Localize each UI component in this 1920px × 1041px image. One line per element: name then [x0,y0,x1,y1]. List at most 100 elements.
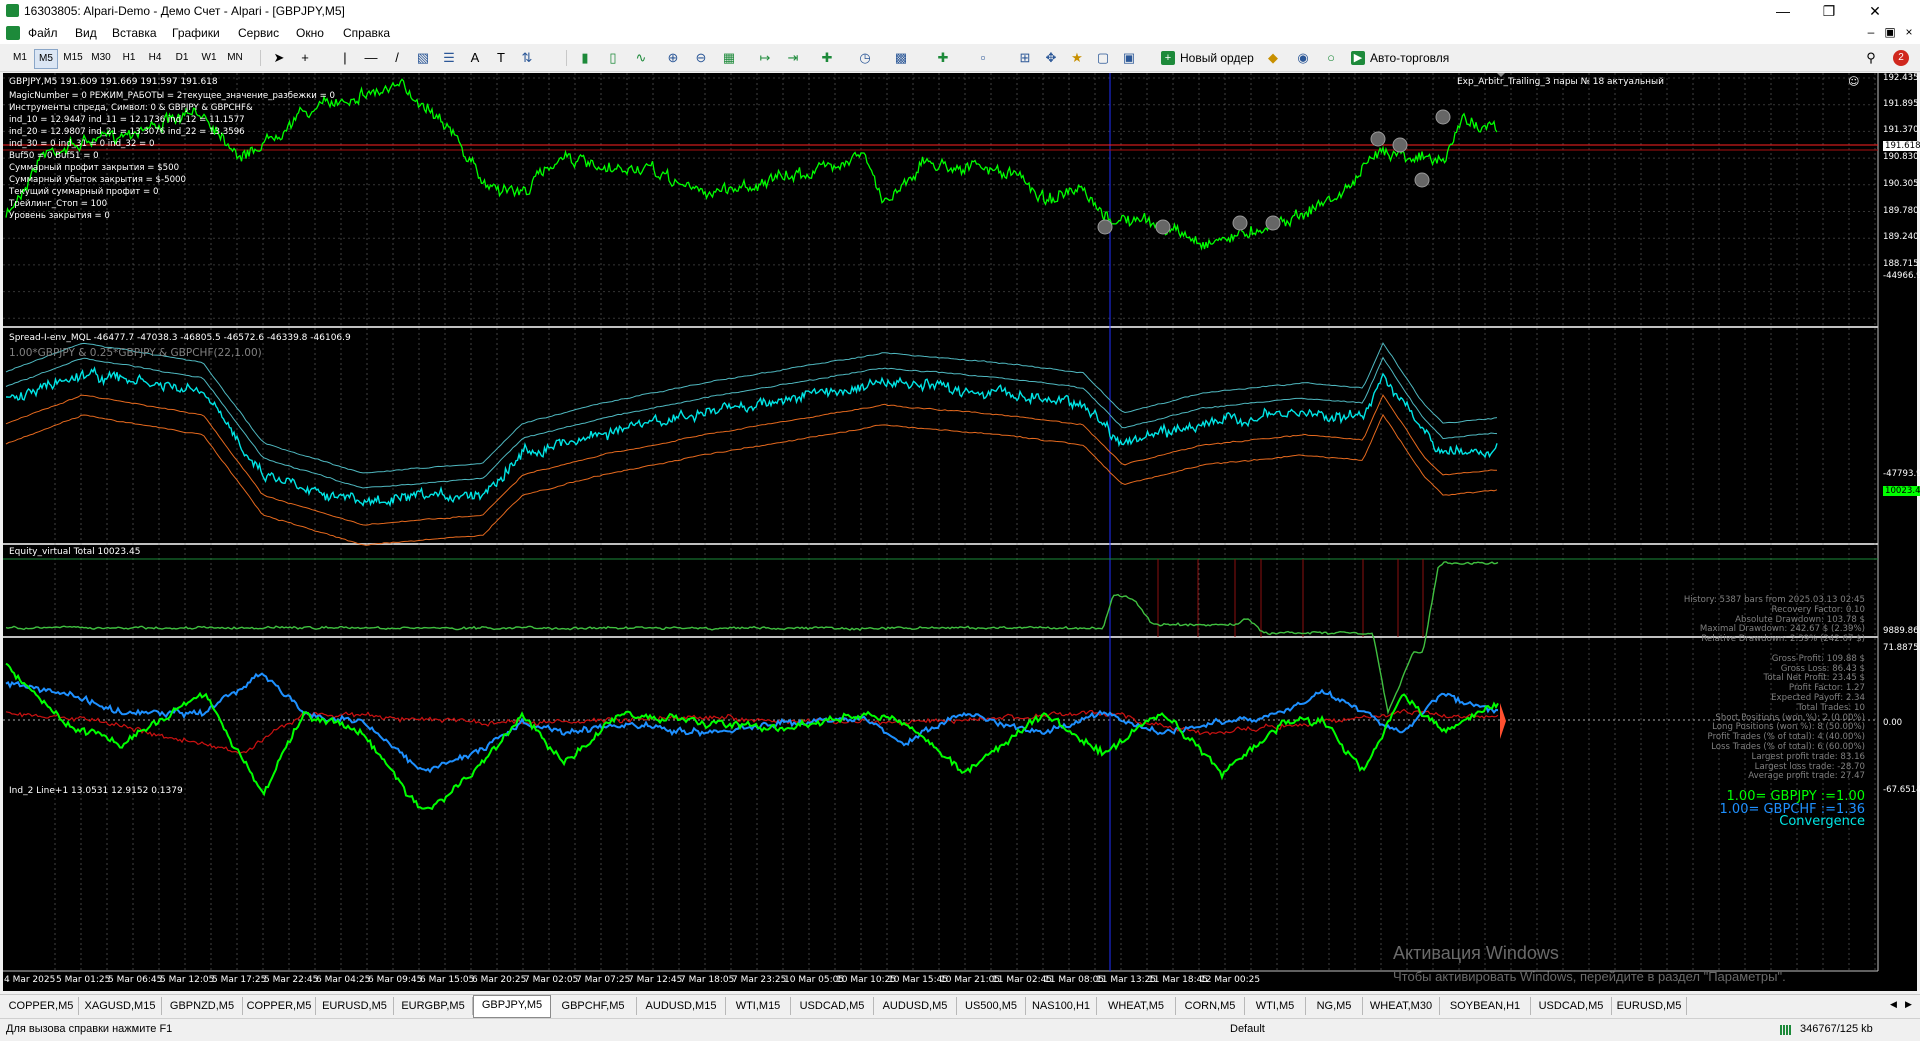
fibonacci-icon[interactable]: ☰ [440,49,458,67]
chart-tab[interactable]: USDCAD,M5 [791,997,874,1015]
child-minimize-button[interactable]: – [1862,25,1880,39]
market-icon[interactable]: ○ [1322,49,1340,67]
menu-file[interactable]: Файл [28,26,58,40]
expert-info-line: ind_30 = 0 ind_31 = 0 ind_32 = 0 [9,139,155,149]
chart-tab[interactable]: WHEAT,M5 [1097,997,1176,1015]
tile-windows-icon[interactable]: ▦ [720,49,738,67]
chart-shift-icon[interactable]: ↦ [756,49,774,67]
text-label-icon[interactable]: T [492,49,510,67]
timeframe-h4[interactable]: H4 [144,49,166,67]
equity-panel-header: Equity_virtual Total 10023.45 [9,547,141,557]
timeframe-d1[interactable]: D1 [171,49,193,67]
menu-charts[interactable]: Графики [172,26,220,40]
child-close-button[interactable]: × [1900,25,1918,39]
chart-tab[interactable]: GBPCHF,M5 [550,997,637,1015]
indicators-icon[interactable]: ✚ [818,49,836,67]
chart-tab[interactable]: WHEAT,M30 [1363,997,1440,1015]
new-chart-icon[interactable]: ✚ [934,49,952,67]
timeframe-m5[interactable]: M5 [34,49,58,69]
search-icon[interactable]: ⚲ [1862,49,1880,67]
timeframe-h1[interactable]: H1 [118,49,140,67]
trade-marker-icon [1155,219,1171,235]
signals-icon[interactable]: ◉ [1294,49,1312,67]
menu-help[interactable]: Справка [343,26,390,40]
autotrading-button[interactable]: ▶ Авто-торговля [1348,48,1453,68]
tab-scroll-right-icon[interactable]: ▶ [1905,999,1912,1010]
timeframe-w1[interactable]: W1 [198,49,220,67]
line-chart-icon[interactable]: ∿ [632,49,650,67]
expert-info-line: Текущий суммарный профит = 0 [9,187,159,197]
tab-scroll-left-icon[interactable]: ◀ [1890,999,1897,1010]
chart-tab[interactable]: SOYBEAN,H1 [1440,997,1531,1015]
toolbar-separator [566,50,567,66]
time-tick: 7 Mar 07:25 [576,975,631,985]
chart-tab[interactable]: NG,M5 [1306,997,1363,1015]
child-restore-button[interactable]: ▣ [1881,25,1899,39]
periods-clock-icon[interactable]: ◷ [856,49,874,67]
crosshair-icon[interactable]: + [296,49,314,67]
chart-tab[interactable]: WTI,M15 [726,997,791,1015]
menu-window[interactable]: Окно [296,26,324,40]
chart-tab[interactable]: AUDUSD,M15 [637,997,726,1015]
notification-badge[interactable]: 2 [1893,50,1909,66]
candlestick-icon[interactable]: ▯ [604,49,622,67]
chart-tab[interactable]: GBPNZD,M5 [162,997,243,1015]
expert-info-line: Уровень закрытия = 0 [9,211,110,221]
status-bar: Для вызова справки нажмите F1 Default 34… [0,1018,1920,1041]
chart-tab[interactable]: EURGBP,M5 [394,997,473,1015]
zoom-in-icon[interactable]: ⊕ [664,49,682,67]
maximize-button[interactable]: ❐ [1806,0,1852,22]
timeframe-m1[interactable]: M1 [8,49,32,67]
profiles-icon[interactable]: ▫ [974,49,992,67]
new-order-button[interactable]: + Новый ордер [1158,48,1258,68]
trendline-icon[interactable]: / [388,49,406,67]
chart-tab[interactable]: COPPER,M5 [243,997,316,1015]
bar-chart-icon[interactable]: ▮ [576,49,594,67]
trade-marker-icon [1370,131,1386,147]
chart-tab[interactable]: EURUSD,M5 [316,997,394,1015]
text-icon[interactable]: A [466,49,484,67]
data-window-icon[interactable]: ★ [1068,49,1086,67]
close-button[interactable]: ✕ [1852,0,1898,22]
chart-tab[interactable]: USDCAD,M5 [1531,997,1612,1015]
channel-icon[interactable]: ▧ [414,49,432,67]
chart-tab[interactable]: XAGUSD,M15 [79,997,162,1015]
metaeditor-icon[interactable]: ◆ [1264,49,1282,67]
minimize-button[interactable]: — [1760,0,1806,22]
chart-tab[interactable]: CORN,M5 [1176,997,1245,1015]
templates-icon[interactable]: ▩ [892,49,910,67]
horizontal-line-icon[interactable]: — [362,49,380,67]
chart-tab[interactable]: WTI,M5 [1245,997,1306,1015]
strategy-tester-icon[interactable]: ▣ [1120,49,1138,67]
market-watch-icon[interactable]: ⊞ [1016,49,1034,67]
vertical-line-icon[interactable]: | [336,49,354,67]
time-tick: 6 Mar 04:25 [316,975,371,985]
activation-watermark-subtitle: Чтобы активировать Windows, перейдите в … [1393,969,1786,984]
equity-stat-line: Average profit trade: 27.47 [1748,771,1865,782]
timeframe-m15[interactable]: M15 [60,49,86,67]
chart-tab[interactable]: US500,M5 [957,997,1026,1015]
terminal-icon[interactable]: ▢ [1094,49,1112,67]
time-tick: 5 Mar 06:45 [108,975,163,985]
menu-tools[interactable]: Сервис [238,26,279,40]
menu-insert[interactable]: Вставка [112,26,157,40]
autoscroll-icon[interactable]: ⇥ [784,49,802,67]
cursor-icon[interactable]: ➤ [270,49,288,67]
chart-tab[interactable]: COPPER,M5 [4,997,79,1015]
ind-panel-header: Ind_2 Line+1 13.0531 12.9152 0.1379 [9,786,183,796]
chart-tab[interactable]: AUDUSD,M5 [874,997,957,1015]
chart-tab[interactable]: NAS100,H1 [1026,997,1097,1015]
menu-view[interactable]: Вид [75,26,97,40]
navigator-icon[interactable]: ✥ [1042,49,1060,67]
envelope-upper-line [5,356,1498,489]
chart-tab[interactable]: EURUSD,M5 [1612,997,1687,1015]
arrows-icon[interactable]: ⇅ [518,49,536,67]
timeframe-m30[interactable]: M30 [88,49,114,67]
timeframe-mn[interactable]: MN [224,49,246,67]
price-tick: 192.435 [1883,73,1919,83]
zoom-out-icon[interactable]: ⊖ [692,49,710,67]
chart-window[interactable]: GBPJPY,M5 191.609 191.669 191.597 191.61… [3,73,1920,991]
chart-tab[interactable]: GBPJPY,M5 [473,995,551,1018]
chart-window-icon [6,26,20,40]
time-tick: 5 Mar 22:45 [264,975,319,985]
